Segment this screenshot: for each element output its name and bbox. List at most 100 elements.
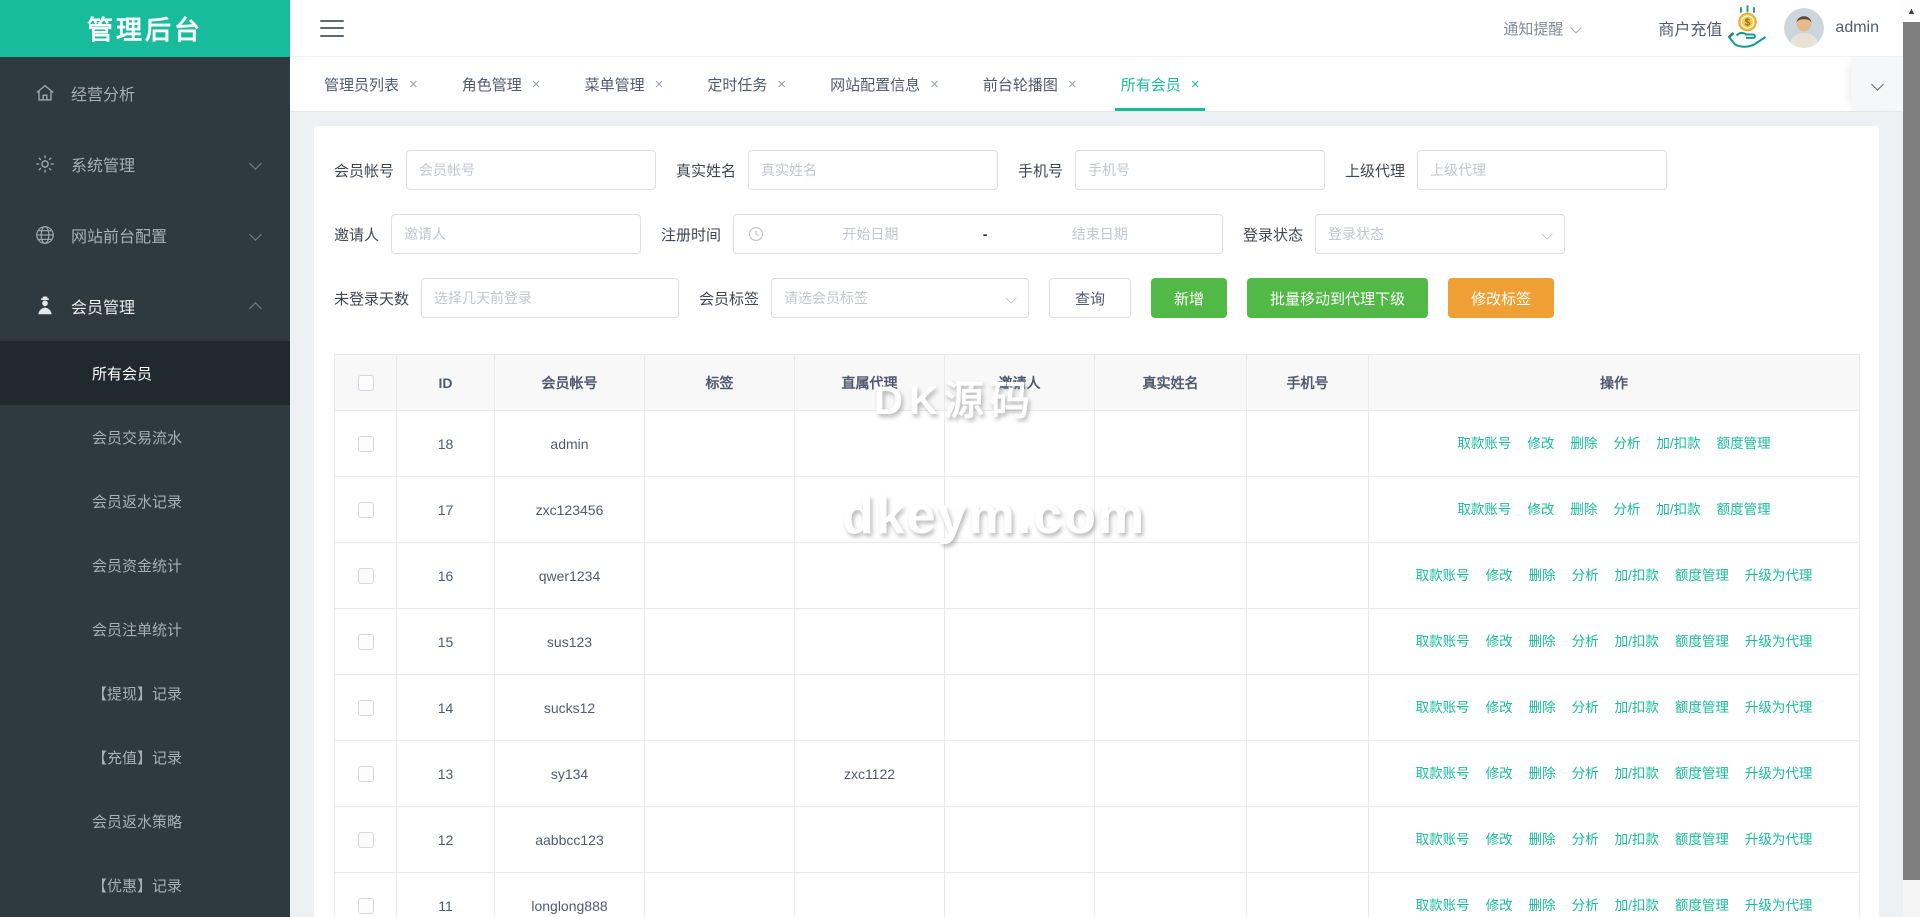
sidebar-item-site-frontend-config[interactable]: 网站前台配置: [0, 199, 290, 270]
action-link[interactable]: 分析: [1572, 894, 1599, 917]
window-scrollbar[interactable]: ▲: [1903, 0, 1920, 917]
row-checkbox[interactable]: [357, 436, 374, 453]
action-link[interactable]: 取款账号: [1416, 894, 1470, 917]
tab-front-carousel[interactable]: 前台轮播图 ×: [961, 57, 1099, 111]
inviter-input[interactable]: [391, 214, 642, 254]
action-link[interactable]: 删除: [1529, 630, 1556, 654]
action-link[interactable]: 取款账号: [1457, 498, 1511, 522]
action-link[interactable]: 额度管理: [1675, 828, 1729, 852]
row-checkbox[interactable]: [357, 502, 374, 519]
close-icon[interactable]: ×: [532, 76, 541, 93]
add-button[interactable]: 新增: [1151, 278, 1228, 318]
action-link[interactable]: 分析: [1613, 498, 1640, 522]
sidebar-item-business-analysis[interactable]: 经营分析: [0, 57, 290, 128]
notifications-dropdown[interactable]: 通知提醒: [1503, 18, 1583, 39]
scrollbar-up-arrow-icon[interactable]: ▲: [1903, 0, 1920, 22]
parent-agent-input[interactable]: [1417, 150, 1668, 190]
tab-collapse-button[interactable]: [1851, 57, 1903, 111]
avatar[interactable]: [1784, 8, 1825, 48]
action-link[interactable]: 分析: [1572, 762, 1599, 786]
tab-role-management[interactable]: 角色管理 ×: [440, 57, 563, 111]
action-link[interactable]: 加/扣款: [1615, 894, 1659, 917]
action-link[interactable]: 升级为代理: [1745, 762, 1813, 786]
tab-menu-management[interactable]: 菜单管理 ×: [563, 57, 686, 111]
action-link[interactable]: 修改: [1486, 762, 1513, 786]
row-checkbox[interactable]: [357, 634, 374, 651]
member-account-input[interactable]: [406, 150, 657, 190]
action-link[interactable]: 分析: [1572, 630, 1599, 654]
register-time-range-picker[interactable]: 开始日期 - 结束日期: [733, 214, 1224, 254]
action-link[interactable]: 加/扣款: [1656, 498, 1700, 522]
action-link[interactable]: 删除: [1529, 828, 1556, 852]
action-link[interactable]: 取款账号: [1416, 564, 1470, 588]
close-icon[interactable]: ×: [1191, 76, 1200, 93]
action-link[interactable]: 加/扣款: [1615, 564, 1659, 588]
tab-admin-list[interactable]: 管理员列表 ×: [302, 57, 440, 111]
tab-scheduled-tasks[interactable]: 定时任务 ×: [685, 57, 808, 111]
sidebar-subitem-member-transaction-flow[interactable]: 会员交易流水: [0, 405, 290, 469]
action-link[interactable]: 取款账号: [1416, 630, 1470, 654]
row-checkbox[interactable]: [357, 898, 374, 915]
action-link[interactable]: 分析: [1572, 696, 1599, 720]
days-not-logged-in-input[interactable]: [421, 278, 680, 318]
action-link[interactable]: 删除: [1529, 762, 1556, 786]
sidebar-subitem-recharge-records[interactable]: 【充值】记录: [0, 725, 290, 789]
row-checkbox[interactable]: [357, 766, 374, 783]
sidebar-item-system-management[interactable]: 系统管理: [0, 128, 290, 199]
scrollbar-thumb[interactable]: [1903, 22, 1920, 880]
sidebar-subitem-member-rebate-strategy[interactable]: 会员返水策略: [0, 789, 290, 853]
action-link[interactable]: 取款账号: [1416, 762, 1470, 786]
real-name-input[interactable]: [748, 150, 999, 190]
action-link[interactable]: 加/扣款: [1615, 630, 1659, 654]
action-link[interactable]: 升级为代理: [1745, 696, 1813, 720]
action-link[interactable]: 额度管理: [1717, 498, 1771, 522]
action-link[interactable]: 修改: [1486, 564, 1513, 588]
action-link[interactable]: 加/扣款: [1615, 696, 1659, 720]
edit-tag-button[interactable]: 修改标签: [1448, 278, 1555, 318]
action-link[interactable]: 删除: [1529, 564, 1556, 588]
action-link[interactable]: 加/扣款: [1656, 432, 1700, 456]
sidebar-subitem-member-funds-statistics[interactable]: 会员资金统计: [0, 533, 290, 597]
action-link[interactable]: 取款账号: [1416, 828, 1470, 852]
action-link[interactable]: 升级为代理: [1745, 828, 1813, 852]
action-link[interactable]: 额度管理: [1675, 564, 1729, 588]
phone-number-input[interactable]: [1075, 150, 1326, 190]
member-tag-select[interactable]: 请选会员标签: [771, 278, 1030, 318]
action-link[interactable]: 修改: [1527, 432, 1554, 456]
row-checkbox[interactable]: [357, 832, 374, 849]
close-icon[interactable]: ×: [1068, 76, 1077, 93]
action-link[interactable]: 升级为代理: [1745, 564, 1813, 588]
tab-all-members[interactable]: 所有会员 ×: [1099, 57, 1222, 111]
sidebar-subitem-promotion-records[interactable]: 【优惠】记录: [0, 853, 290, 917]
action-link[interactable]: 额度管理: [1675, 894, 1729, 917]
action-link[interactable]: 加/扣款: [1615, 762, 1659, 786]
sidebar-item-member-management[interactable]: 会员管理: [0, 270, 290, 341]
hamburger-menu-icon[interactable]: [320, 19, 344, 37]
login-status-select[interactable]: 登录状态: [1315, 214, 1566, 254]
action-link[interactable]: 分析: [1613, 432, 1640, 456]
action-link[interactable]: 分析: [1572, 564, 1599, 588]
action-link[interactable]: 取款账号: [1416, 696, 1470, 720]
action-link[interactable]: 修改: [1527, 498, 1554, 522]
action-link[interactable]: 额度管理: [1675, 696, 1729, 720]
action-link[interactable]: 修改: [1486, 894, 1513, 917]
tab-site-config-info[interactable]: 网站配置信息 ×: [808, 57, 961, 111]
close-icon[interactable]: ×: [409, 76, 418, 93]
action-link[interactable]: 额度管理: [1717, 432, 1771, 456]
action-link[interactable]: 修改: [1486, 696, 1513, 720]
row-checkbox[interactable]: [357, 700, 374, 717]
sidebar-subitem-all-members[interactable]: 所有会员: [0, 341, 290, 405]
action-link[interactable]: 删除: [1529, 894, 1556, 917]
action-link[interactable]: 取款账号: [1457, 432, 1511, 456]
batch-move-to-agent-button[interactable]: 批量移动到代理下级: [1247, 278, 1429, 318]
action-link[interactable]: 额度管理: [1675, 762, 1729, 786]
row-checkbox[interactable]: [357, 568, 374, 585]
action-link[interactable]: 修改: [1486, 828, 1513, 852]
admin-username[interactable]: admin: [1835, 19, 1879, 37]
select-all-checkbox[interactable]: [357, 375, 374, 392]
action-link[interactable]: 修改: [1486, 630, 1513, 654]
action-link[interactable]: 升级为代理: [1745, 894, 1813, 917]
close-icon[interactable]: ×: [655, 76, 664, 93]
action-link[interactable]: 额度管理: [1675, 630, 1729, 654]
search-button[interactable]: 查询: [1049, 278, 1132, 318]
